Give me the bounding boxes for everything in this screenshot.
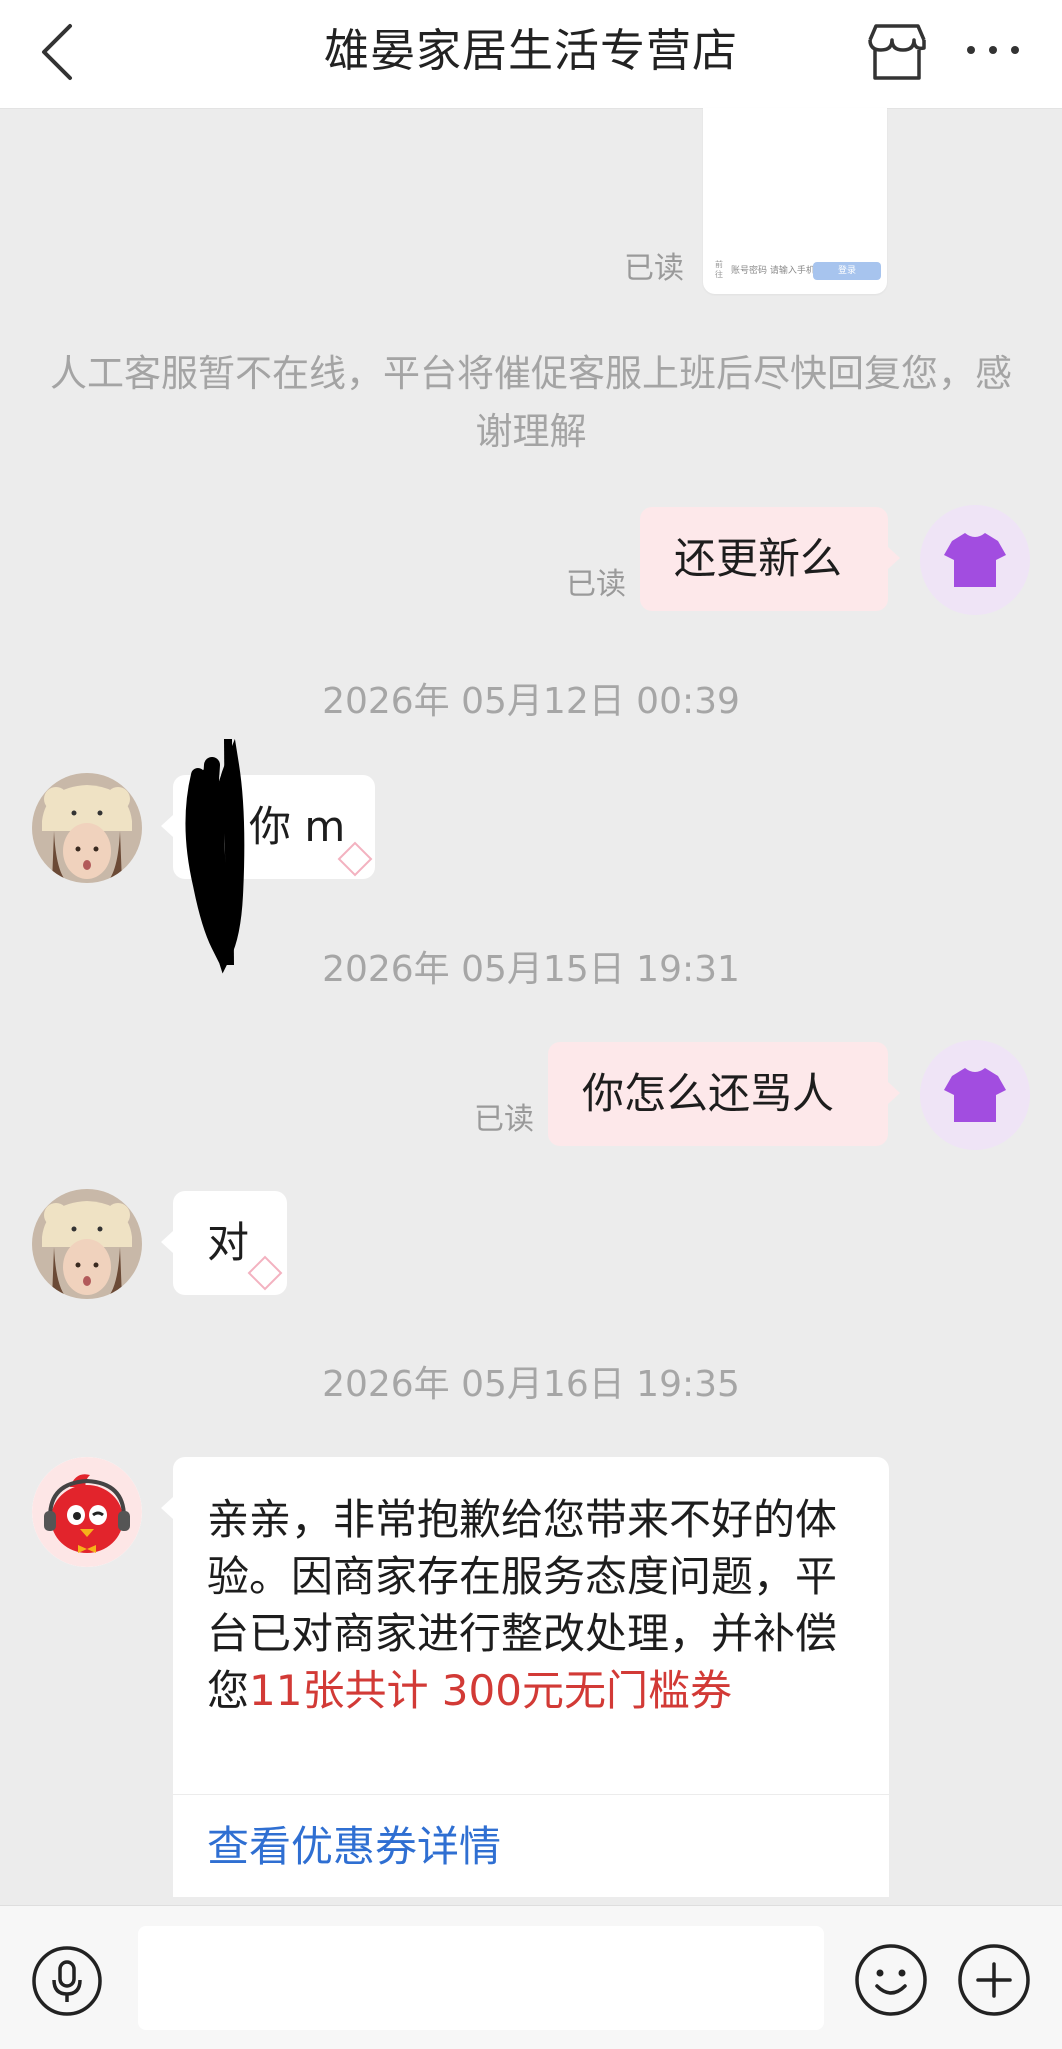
- page-title: 雄晏家居生活专营店: [323, 24, 738, 77]
- coupon-highlight: 11张共计 300元无门槛券: [249, 1666, 732, 1715]
- view-coupon-details-link[interactable]: 查看优惠券详情: [207, 1817, 501, 1877]
- system-notice: 人工客服暂不在线，平台将催促客服上班后尽快回复您，感谢理解: [50, 352, 1012, 453]
- microphone-icon[interactable]: [30, 1944, 104, 2018]
- avatar[interactable]: [920, 1040, 1030, 1150]
- message-text: 还更新么: [674, 534, 843, 583]
- emoji-icon[interactable]: [853, 1942, 929, 2018]
- read-receipt: 已读: [474, 1102, 534, 1137]
- tshirt-icon: [944, 533, 1006, 587]
- avatar[interactable]: [32, 1189, 142, 1299]
- input-bar: [0, 1905, 1062, 2049]
- message-text: 亲亲，非常抱歉给您带来不好的体验。因商家存在服务态度问题，平台已对商家进行整改处…: [207, 1491, 862, 1719]
- avatar[interactable]: [920, 505, 1030, 615]
- service-mascot-icon: [32, 1457, 142, 1567]
- avatar[interactable]: [32, 1457, 142, 1567]
- message-bubble-incoming[interactable]: 对: [161, 1191, 287, 1295]
- card-small-label: 前往: [715, 260, 723, 279]
- stamp-icon: [247, 1255, 283, 1291]
- message-input[interactable]: [138, 1926, 824, 2030]
- user-avatar-image: [32, 773, 142, 883]
- read-receipt: 已读: [624, 251, 684, 286]
- chevron-left-icon[interactable]: [30, 22, 90, 82]
- read-receipt: 已读: [566, 567, 626, 602]
- timestamp: 2026年 05月12日 00:39: [322, 681, 740, 722]
- card-field-text: 账号密码 请输入手机号: [731, 266, 824, 276]
- avatar[interactable]: [32, 773, 142, 883]
- tshirt-icon: [944, 1068, 1006, 1122]
- chat-header: 雄晏家居生活专营店: [0, 0, 1062, 109]
- plus-icon[interactable]: [956, 1942, 1032, 2018]
- message-bubble-outgoing[interactable]: 你怎么还骂人: [548, 1042, 900, 1146]
- redaction-scribble: [185, 738, 245, 974]
- message-text: 你怎么还骂人: [582, 1069, 835, 1118]
- timestamp: 2026年 05月15日 19:31: [322, 949, 740, 990]
- user-avatar-image: [32, 1189, 142, 1299]
- message-text: 对: [207, 1218, 250, 1267]
- message-text: 你 m: [249, 802, 346, 851]
- message-bubble-outgoing[interactable]: 还更新么: [640, 507, 900, 611]
- shared-card-preview[interactable]: 前往 账号密码 请输入手机号 登录: [703, 108, 887, 294]
- timestamp: 2026年 05月16日 19:35: [322, 1364, 740, 1405]
- card-login-button: 登录: [813, 262, 881, 280]
- store-icon[interactable]: [862, 20, 932, 84]
- stamp-icon: [337, 841, 373, 877]
- message-bubble-incoming[interactable]: 亲亲，非常抱歉给您带来不好的体验。因商家存在服务态度问题，平台已对商家进行整改处…: [173, 1457, 889, 1897]
- divider: [173, 1794, 889, 1795]
- more-dots-icon[interactable]: [958, 18, 1028, 82]
